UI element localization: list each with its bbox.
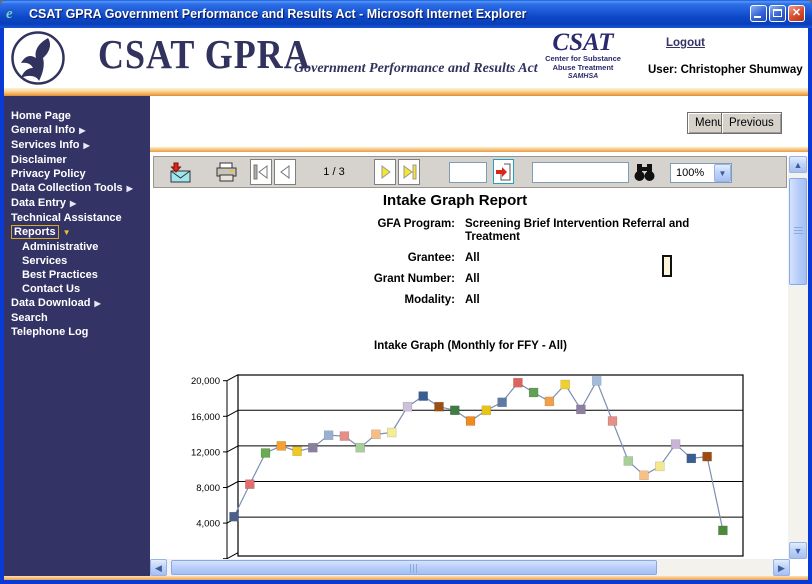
sidebar-item-privacy-policy[interactable]: Privacy Policy <box>11 167 150 181</box>
sidebar-item-administrative[interactable]: Administrative <box>11 240 150 254</box>
horizontal-scrollbar[interactable]: ◀ ▶ <box>150 559 790 576</box>
sidebar-item-reports[interactable]: Reports▼ <box>11 225 150 240</box>
report-field-value: All <box>465 273 715 286</box>
chevron-down-icon[interactable]: ▼ <box>714 164 731 182</box>
maximize-icon <box>773 9 782 17</box>
minimize-icon <box>754 16 761 18</box>
report-field-value: Screening Brief Intervention Referral an… <box>465 218 715 244</box>
sidebar-item-data-collection-tools[interactable]: Data Collection Tools▶ <box>11 181 150 196</box>
logout-link[interactable]: Logout <box>666 37 705 49</box>
chevron-right-icon: ▶ <box>94 299 100 308</box>
svg-text:4,000: 4,000 <box>196 519 220 530</box>
samhsa-label: SAMHSA <box>541 72 625 81</box>
bottom-accent-strip <box>4 576 808 580</box>
sidebar-item-data-entry[interactable]: Data Entry▶ <box>11 196 150 211</box>
intake-line-chart: 20,000 16,000 12,000 8,000 4,000 <box>155 356 786 559</box>
chevron-right-icon: ▶ <box>83 141 89 150</box>
report-field-value: All <box>465 294 715 307</box>
chart-title: Intake Graph (Monthly for FFY - All) <box>155 340 786 352</box>
chevron-down-icon: ▼ <box>63 228 71 237</box>
report-field-label: Grant Number: <box>155 273 455 286</box>
sidebar-item-technical-assistance[interactable]: Technical Assistance <box>11 211 150 225</box>
hhs-eagle-logo <box>10 30 67 87</box>
last-page-button[interactable] <box>398 159 420 185</box>
sidebar-item-data-download[interactable]: Data Download▶ <box>11 296 150 311</box>
chevron-right-icon: ▶ <box>79 126 85 135</box>
next-page-icon <box>377 163 394 181</box>
svg-text:8,000: 8,000 <box>196 483 220 494</box>
scroll-right-button[interactable]: ▶ <box>773 559 790 576</box>
sidebar-item-home-page[interactable]: Home Page <box>11 109 150 123</box>
first-page-button[interactable] <box>250 159 272 185</box>
sidebar-item-telephone-log[interactable]: Telephone Log <box>11 325 150 339</box>
window-title: CSAT GPRA Government Performance and Res… <box>29 7 527 21</box>
content-separator <box>150 147 808 152</box>
report-field-label: Grantee: <box>155 252 455 265</box>
sidebar-item-best-practices[interactable]: Best Practices <box>11 268 150 282</box>
next-page-button[interactable] <box>374 159 396 185</box>
main-content: Menu Previous <box>150 96 808 576</box>
sidebar-item-disclaimer[interactable]: Disclaimer <box>11 153 150 167</box>
sidebar-item-contact-us[interactable]: Contact Us <box>11 282 150 296</box>
chevron-right-icon: ▶ <box>127 184 133 193</box>
csat-logo-line2: Abuse Treatment <box>541 64 625 73</box>
csat-logo-title: CSAT <box>541 30 625 55</box>
goto-page-input[interactable] <box>449 162 487 183</box>
sidebar-nav: Home PageGeneral Info▶Services Info▶Disc… <box>4 96 150 576</box>
close-icon: ✕ <box>789 6 804 21</box>
brand-tagline: Government Performance and Results Act <box>294 61 538 77</box>
browser-window: e CSAT GPRA Government Performance and R… <box>0 0 812 584</box>
header-separator <box>4 88 808 96</box>
scroll-down-button[interactable]: ▼ <box>789 542 807 559</box>
page-indicator: 1 / 3 <box>304 166 364 178</box>
zoom-select[interactable]: 100% ▼ <box>670 163 732 183</box>
svg-text:16,000: 16,000 <box>191 412 220 423</box>
close-button[interactable]: ✕ <box>788 5 805 22</box>
report-field-value: All <box>465 252 715 265</box>
report-title: Intake Graph Report <box>155 192 755 209</box>
last-page-icon <box>401 163 418 181</box>
highlight-box <box>662 255 672 277</box>
maximize-button[interactable] <box>769 5 786 22</box>
brand-title: CSAT GPRA <box>98 30 311 78</box>
scroll-left-button[interactable]: ◀ <box>150 559 167 576</box>
search-input[interactable] <box>532 162 629 183</box>
horizontal-scroll-thumb[interactable] <box>171 560 657 575</box>
report-field-label: GFA Program: <box>155 218 455 244</box>
report-field-label: Modality: <box>155 294 455 307</box>
zoom-value: 100% <box>676 167 704 179</box>
binoculars-search-icon[interactable] <box>633 163 656 182</box>
minimize-button[interactable] <box>750 5 767 22</box>
sidebar-item-search[interactable]: Search <box>11 311 150 325</box>
svg-text:12,000: 12,000 <box>191 447 220 458</box>
export-icon[interactable] <box>168 162 192 184</box>
prev-page-button[interactable] <box>274 159 296 185</box>
printer-icon[interactable] <box>215 162 238 183</box>
sidebar-item-services-info[interactable]: Services Info▶ <box>11 138 150 153</box>
report-toolbar: 1 / 3 <box>153 156 787 188</box>
first-page-icon <box>253 163 270 181</box>
app-header: CSAT GPRA Government Performance and Res… <box>4 28 808 88</box>
user-label: User: Christopher Shumway <box>648 64 803 76</box>
scroll-up-button[interactable]: ▲ <box>789 156 807 173</box>
goto-page-button[interactable] <box>493 159 514 184</box>
goto-page-icon <box>495 163 512 181</box>
csat-logo: CSAT Center for Substance Abuse Treatmen… <box>541 30 625 81</box>
internet-explorer-icon: e <box>6 6 22 22</box>
sidebar-item-general-info[interactable]: General Info▶ <box>11 123 150 138</box>
svg-text:20,000: 20,000 <box>191 376 220 387</box>
prev-page-icon <box>277 163 294 181</box>
title-bar: e CSAT GPRA Government Performance and R… <box>0 0 812 28</box>
vertical-scroll-thumb[interactable] <box>789 178 807 285</box>
chevron-right-icon: ▶ <box>70 199 76 208</box>
vertical-scrollbar[interactable]: ▲ ▼ <box>788 156 808 559</box>
report-fields: GFA Program: Screening Brief Intervention… <box>155 218 715 307</box>
previous-button[interactable]: Previous <box>721 112 782 134</box>
sidebar-item-services[interactable]: Services <box>11 254 150 268</box>
